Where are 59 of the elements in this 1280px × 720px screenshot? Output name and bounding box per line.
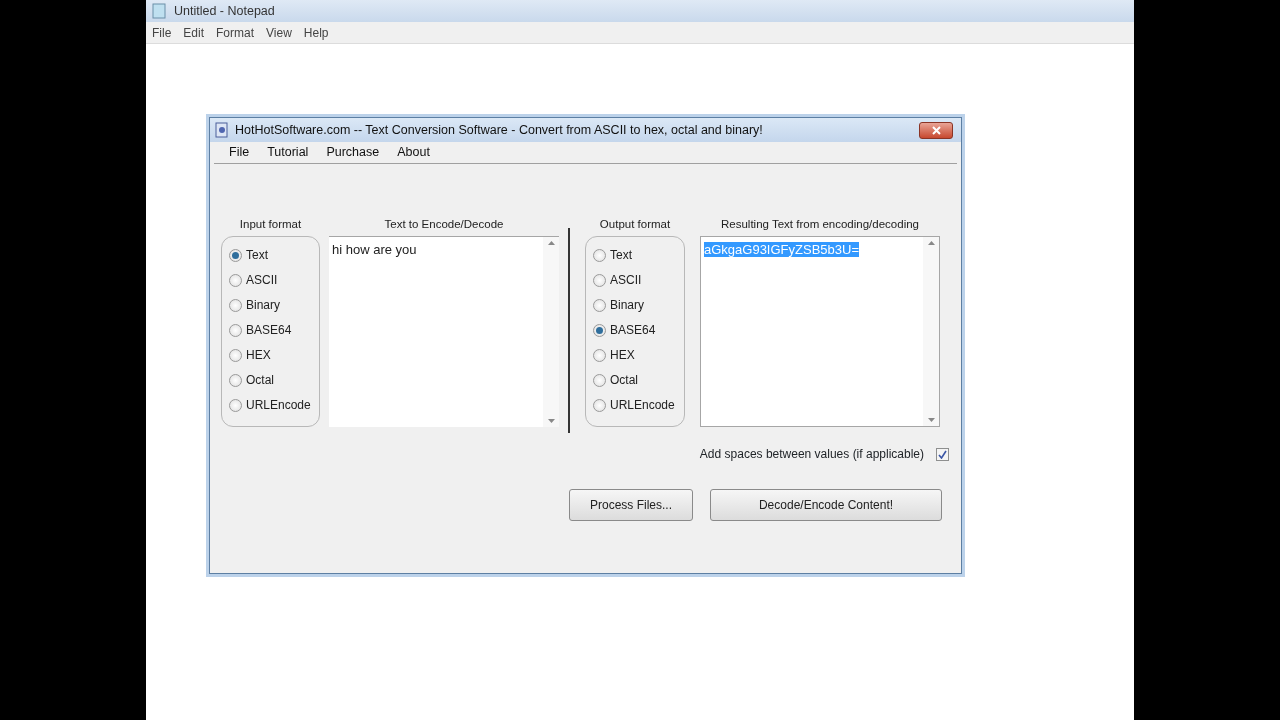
window-title: Untitled - Notepad [174,2,275,20]
radio-button[interactable] [593,248,606,262]
menu-item[interactable]: Help [303,23,329,42]
notepad-icon [152,3,166,19]
radio-label[interactable]: Text [246,246,268,264]
scrollbar[interactable] [543,237,559,427]
radio-label[interactable]: BASE64 [246,321,292,339]
app-icon [214,122,230,138]
radio-label[interactable]: Binary [246,296,280,314]
radio-label[interactable]: Octal [246,371,274,389]
radio-button[interactable] [593,348,606,362]
menu-item[interactable]: Purchase [317,143,389,162]
close-icon [931,125,941,135]
menu-item[interactable]: Tutorial [258,143,318,162]
radio-button[interactable] [593,398,606,412]
output-format-label: Output format [598,217,672,232]
add-spaces-checkbox[interactable] [936,447,949,461]
scrollbar[interactable] [923,237,939,426]
result-text: aGkgaG93IGFyZSB5b3U= [704,242,859,257]
radio-label[interactable]: Octal [610,371,638,389]
radio-button[interactable] [229,273,242,287]
radio-button[interactable] [229,298,242,312]
menu-item[interactable]: File [152,23,172,42]
output-text-label: Resulting Text from encoding/decoding [720,217,920,232]
radio-label[interactable]: BASE64 [610,321,656,339]
input-text-label: Text to Encode/Decode [383,217,505,232]
scroll-down-icon[interactable] [547,419,555,423]
scroll-up-icon[interactable] [927,241,935,245]
input-format-label: Input format [238,217,303,232]
radio-button[interactable] [593,323,606,337]
radio-label[interactable]: HEX [246,346,271,364]
check-icon [938,449,947,459]
radio-button[interactable] [229,248,242,262]
radio-button[interactable] [229,373,242,387]
radio-button[interactable] [593,273,606,287]
scroll-up-icon[interactable] [547,241,555,245]
menu-item[interactable]: About [388,143,439,162]
add-spaces-label: Add spaces between values (if applicable) [699,446,924,463]
menu-item[interactable]: File [220,143,259,162]
radio-button[interactable] [229,398,242,412]
scroll-down-icon[interactable] [927,418,935,422]
close-button[interactable] [919,121,953,139]
menu-item[interactable]: View [266,23,292,42]
radio-label[interactable]: ASCII [246,271,278,289]
menu-item[interactable]: Format [216,23,255,42]
radio-label[interactable]: ASCII [610,271,642,289]
decode-encode-button[interactable]: Decode/Encode Content! [710,489,942,521]
window-title: HotHotSoftware.com -- Text Conversion Software - Convert from ASCII to hex, octal and binary! [235,121,763,139]
radio-label[interactable]: Text [610,246,632,264]
radio-label[interactable]: URLEncode [610,396,675,414]
radio-button[interactable] [593,373,606,387]
radio-button[interactable] [229,323,242,337]
radio-label[interactable]: Binary [610,296,644,314]
radio-label[interactable]: HEX [610,346,635,364]
radio-label[interactable]: URLEncode [246,396,311,414]
process-files-button[interactable]: Process Files... [569,489,693,521]
menu-item[interactable]: Edit [183,23,205,42]
radio-button[interactable] [593,298,606,312]
radio-button[interactable] [229,348,242,362]
